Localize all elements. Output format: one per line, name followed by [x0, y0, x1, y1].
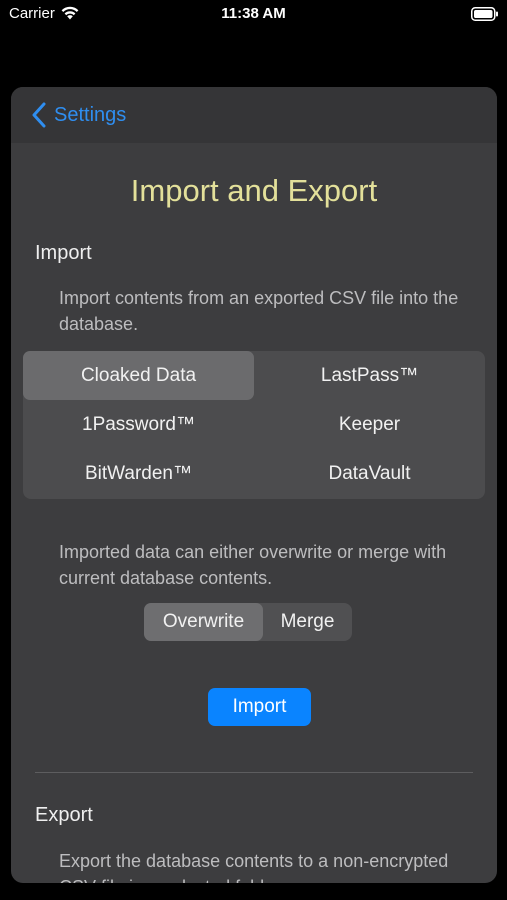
battery-icon: [471, 7, 498, 21]
import-export-sheet: Settings Import and Export Import Import…: [11, 87, 497, 883]
mode-option-merge[interactable]: Merge: [263, 603, 352, 641]
section-divider: [35, 772, 473, 773]
import-heading: Import: [35, 242, 92, 264]
import-mode-segmented-control: Overwrite Merge: [144, 603, 352, 641]
chevron-left-icon: [32, 102, 46, 128]
page-title: Import and Export: [130, 173, 378, 208]
import-description: Import contents from an exported CSV fil…: [59, 288, 459, 334]
status-bar: Carrier 11:38 AM: [0, 0, 507, 30]
mode-option-overwrite[interactable]: Overwrite: [144, 603, 263, 641]
import-source-picker: Cloaked Data LastPass™ 1Password™ Keeper…: [23, 351, 485, 499]
export-heading: Export: [35, 804, 93, 826]
status-time: 11:38 AM: [221, 5, 286, 22]
source-option-cloaked-data[interactable]: Cloaked Data: [23, 351, 254, 400]
import-button[interactable]: Import: [208, 688, 311, 726]
source-option-keeper[interactable]: Keeper: [254, 400, 485, 449]
back-button[interactable]: Settings: [32, 99, 126, 131]
back-button-label: Settings: [54, 103, 127, 126]
source-option-bitwarden[interactable]: BitWarden™: [23, 449, 254, 498]
source-option-datavault[interactable]: DataVault: [254, 449, 485, 498]
import-mode-description: Imported data can either overwrite or me…: [59, 542, 447, 588]
source-option-lastpass[interactable]: LastPass™: [254, 351, 485, 400]
navigation-bar: Settings: [11, 87, 497, 143]
export-description: Export the database contents to a non-en…: [59, 851, 449, 883]
source-option-1password[interactable]: 1Password™: [23, 400, 254, 449]
